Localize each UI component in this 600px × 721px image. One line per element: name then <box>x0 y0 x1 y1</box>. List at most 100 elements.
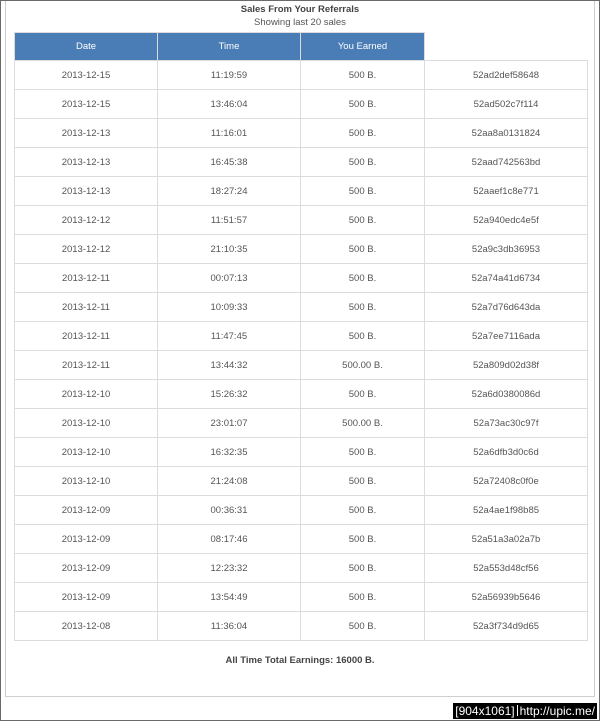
date-cell: 2013-12-10 <box>14 408 158 438</box>
reference-id-cell: 52a7ee7116ada <box>424 321 588 351</box>
earned-cell: 500 B. <box>300 437 425 467</box>
watermark-url: http://upic.me/ <box>519 704 595 718</box>
header-time: Time <box>157 32 301 61</box>
time-cell: 11:47:45 <box>157 321 301 351</box>
header-you-earned: You Earned <box>300 32 425 61</box>
date-cell: 2013-12-13 <box>14 118 158 148</box>
table-row: 2013-12-11 00:07:13 500 B. 52a74a41d6734 <box>14 263 588 293</box>
header-blank <box>424 32 588 61</box>
time-cell: 10:09:33 <box>157 292 301 322</box>
table-row: 2013-12-13 18:27:24 500 B. 52aaef1c8e771 <box>14 176 588 206</box>
reference-id-cell: 52ad2def58648 <box>424 60 588 90</box>
earned-cell: 500 B. <box>300 321 425 351</box>
earned-cell: 500 B. <box>300 205 425 235</box>
date-cell: 2013-12-11 <box>14 321 158 351</box>
earned-cell: 500 B. <box>300 176 425 206</box>
reference-id-cell: 52a809d02d38f <box>424 350 588 380</box>
earned-cell: 500 B. <box>300 553 425 583</box>
time-cell: 08:17:46 <box>157 524 301 554</box>
watermark-size: [904x1061] <box>455 704 515 718</box>
date-cell: 2013-12-10 <box>14 379 158 409</box>
reference-id-cell: 52a6d0380086d <box>424 379 588 409</box>
date-cell: 2013-12-11 <box>14 263 158 293</box>
table-row: 2013-12-11 10:09:33 500 B. 52a7d76d643da <box>14 292 588 322</box>
reference-id-cell: 52a74a41d6734 <box>424 263 588 293</box>
time-cell: 12:23:32 <box>157 553 301 583</box>
time-cell: 11:19:59 <box>157 60 301 90</box>
table-row: 2013-12-12 11:51:57 500 B. 52a940edc4e5f <box>14 205 588 235</box>
table-row: 2013-12-11 13:44:32 500.00 B. 52a809d02d38f <box>14 350 588 380</box>
date-cell: 2013-12-09 <box>14 495 158 525</box>
time-cell: 21:24:08 <box>157 466 301 496</box>
earned-cell: 500 B. <box>300 379 425 409</box>
earned-cell: 500 B. <box>300 524 425 554</box>
table-row: 2013-12-10 23:01:07 500.00 B. 52a73ac30c97f <box>14 408 588 438</box>
page-title: Sales From Your Referrals <box>240 4 360 15</box>
table-row: 2013-12-09 00:36:31 500 B. 52a4ae1f98b85 <box>14 495 588 525</box>
table-row: 2013-12-09 13:54:49 500 B. 52a56939b5646 <box>14 582 588 612</box>
time-cell: 18:27:24 <box>157 176 301 206</box>
time-cell: 13:46:04 <box>157 89 301 119</box>
reference-id-cell: 52a9c3db36953 <box>424 234 588 264</box>
header-date: Date <box>14 32 158 61</box>
date-cell: 2013-12-12 <box>14 234 158 264</box>
date-cell: 2013-12-15 <box>14 89 158 119</box>
earned-cell: 500 B. <box>300 466 425 496</box>
reference-id-cell: 52a940edc4e5f <box>424 205 588 235</box>
referral-sales-table: Date Time You Earned 2013-12-15 11:19:59 5… <box>14 32 588 641</box>
date-cell: 2013-12-09 <box>14 524 158 554</box>
table-row: 2013-12-09 12:23:32 500 B. 52a553d48cf56 <box>14 553 588 583</box>
date-cell: 2013-12-12 <box>14 205 158 235</box>
time-cell: 13:54:49 <box>157 582 301 612</box>
time-cell: 13:44:32 <box>157 350 301 380</box>
time-cell: 00:36:31 <box>157 495 301 525</box>
table-row: 2013-12-08 11:36:04 500 B. 52a3f734d9d65 <box>14 611 588 641</box>
time-cell: 21:10:35 <box>157 234 301 264</box>
date-cell: 2013-12-11 <box>14 350 158 380</box>
earned-cell: 500 B. <box>300 292 425 322</box>
watermark-separator <box>516 705 518 716</box>
time-cell: 11:51:57 <box>157 205 301 235</box>
earned-cell: 500.00 B. <box>300 350 425 380</box>
table-row: 2013-12-10 16:32:35 500 B. 52a6dfb3d0c6d <box>14 437 588 467</box>
date-cell: 2013-12-13 <box>14 176 158 206</box>
table-row: 2013-12-13 11:16:01 500 B. 52aa8a0131824 <box>14 118 588 148</box>
reference-id-cell: 52a4ae1f98b85 <box>424 495 588 525</box>
reference-id-cell: 52a6dfb3d0c6d <box>424 437 588 467</box>
earned-cell: 500 B. <box>300 263 425 293</box>
earned-cell: 500 B. <box>300 611 425 641</box>
date-cell: 2013-12-11 <box>14 292 158 322</box>
page-subtitle: Showing last 20 sales <box>254 17 346 28</box>
date-cell: 2013-12-10 <box>14 466 158 496</box>
time-cell: 16:32:35 <box>157 437 301 467</box>
reference-id-cell: 52aaef1c8e771 <box>424 176 588 206</box>
reference-id-cell: 52ad502c7f114 <box>424 89 588 119</box>
image-host-watermark: [904x1061] http://upic.me/ <box>453 703 597 719</box>
table-row: 2013-12-15 11:19:59 500 B. 52ad2def58648 <box>14 60 588 90</box>
earned-cell: 500 B. <box>300 60 425 90</box>
reference-id-cell: 52a3f734d9d65 <box>424 611 588 641</box>
reference-id-cell: 52aa8a0131824 <box>424 118 588 148</box>
date-cell: 2013-12-08 <box>14 611 158 641</box>
date-cell: 2013-12-10 <box>14 437 158 467</box>
sales-table-body: 2013-12-15 11:19:59 500 B. 52ad2def58648 201… <box>14 60 588 641</box>
date-cell: 2013-12-13 <box>14 147 158 177</box>
time-cell: 16:45:38 <box>157 147 301 177</box>
time-cell: 00:07:13 <box>157 263 301 293</box>
table-header-row: Date Time You Earned <box>14 32 588 61</box>
table-row: 2013-12-10 15:26:32 500 B. 52a6d0380086d <box>14 379 588 409</box>
table-row: 2013-12-15 13:46:04 500 B. 52ad502c7f114 <box>14 89 588 119</box>
earned-cell: 500 B. <box>300 89 425 119</box>
reference-id-cell: 52a7d76d643da <box>424 292 588 322</box>
earned-cell: 500 B. <box>300 234 425 264</box>
reference-id-cell: 52aad742563bd <box>424 147 588 177</box>
earned-cell: 500 B. <box>300 118 425 148</box>
reference-id-cell: 52a56939b5646 <box>424 582 588 612</box>
time-cell: 11:36:04 <box>157 611 301 641</box>
time-cell: 15:26:32 <box>157 379 301 409</box>
table-row: 2013-12-13 16:45:38 500 B. 52aad742563bd <box>14 147 588 177</box>
time-cell: 23:01:07 <box>157 408 301 438</box>
table-row: 2013-12-11 11:47:45 500 B. 52a7ee7116ada <box>14 321 588 351</box>
table-row: 2013-12-09 08:17:46 500 B. 52a51a3a02a7b <box>14 524 588 554</box>
earned-cell: 500 B. <box>300 582 425 612</box>
